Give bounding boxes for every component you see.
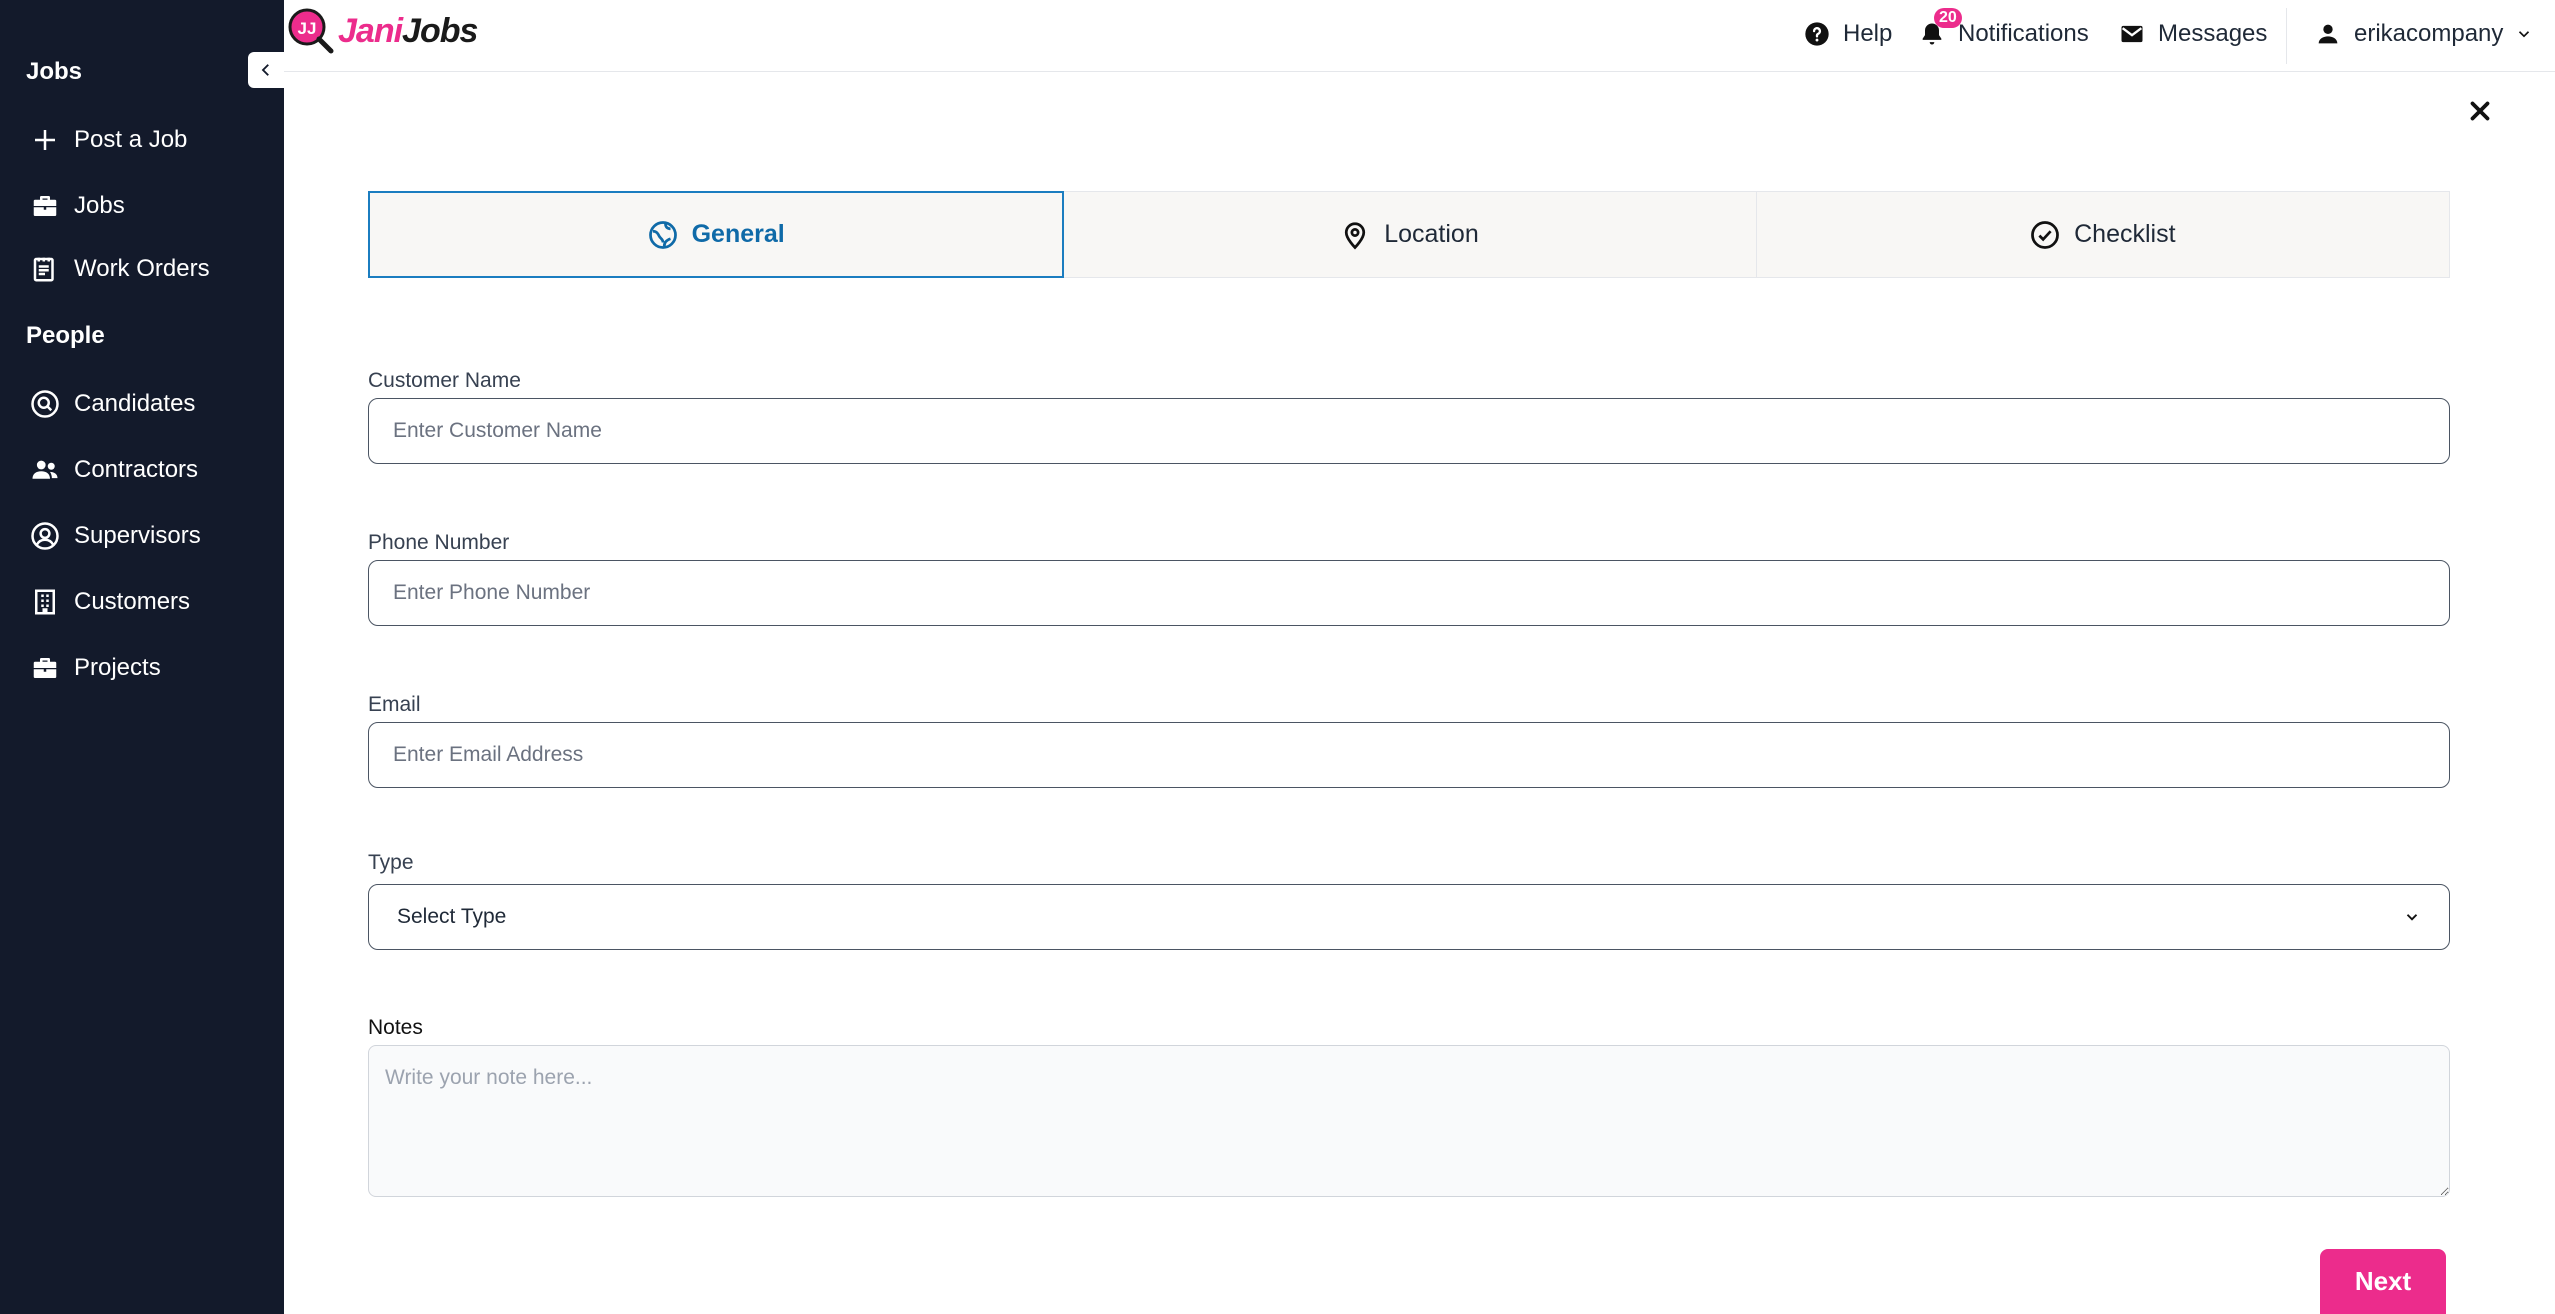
chevron-left-icon [261,64,269,76]
sidebar-item-contractors[interactable]: Contractors [30,446,198,494]
notifications-icon-wrap: 20 [1918,8,1962,48]
type-select-value: Select Type [397,905,507,928]
help-link[interactable]: Help [1803,14,1892,54]
plus-icon [35,130,55,150]
sidebar-item-jobs[interactable]: Jobs [30,182,125,230]
notifications-label: Notifications [1958,20,2089,47]
top-divider [2286,8,2287,64]
sidebar-item-label: Post a Job [74,126,188,153]
close-icon [2470,101,2490,121]
customer-name-input[interactable] [368,398,2450,464]
user-name: erikacompany [2354,20,2504,47]
close-button[interactable] [2465,96,2495,126]
tab-label: Checklist [2074,220,2176,248]
tab-label: General [691,220,785,248]
sidebar-item-label: Customers [74,588,191,615]
mail-icon [2121,25,2143,43]
logo-wordmark: JaniJobs [338,11,478,51]
tab-label: Location [1384,220,1479,248]
notes-textarea[interactable] [368,1045,2450,1197]
search-circle-icon [31,390,59,418]
logo-letters: JJ [298,19,317,38]
building-icon [35,589,55,615]
sidebar-collapse-button[interactable] [248,52,284,88]
sidebar-item-customers[interactable]: Customers [30,578,190,626]
logo-mark-icon: JJ [286,6,336,56]
top-bar: JJ JaniJobs Help 20 Notifications Messag… [284,0,2555,72]
email-label: Email [368,693,421,716]
briefcase-icon [33,658,57,678]
users-icon [32,460,58,479]
tab-general[interactable]: General [368,191,1065,278]
sidebar-item-candidates[interactable]: Candidates [30,380,195,428]
check-circle-icon [2031,220,2059,249]
sidebar-item-projects[interactable]: Projects [30,644,161,692]
user-circle-icon [31,522,59,550]
messages-label: Messages [2158,20,2268,47]
logo[interactable]: JJ JaniJobs [286,6,478,56]
type-label: Type [368,851,414,874]
sidebar-item-label: Work Orders [74,255,210,282]
notification-count-badge: 20 [1934,8,1962,28]
sidebar: Jobs Post a Job Jobs Work Orders People … [0,0,284,1314]
messages-link[interactable]: Messages [2118,14,2267,54]
sidebar-item-label: Projects [74,654,161,681]
sidebar-item-work-orders[interactable]: Work Orders [30,245,210,293]
map-pin-icon [1345,221,1366,249]
phone-number-label: Phone Number [368,531,510,554]
tab-checklist[interactable]: Checklist [1757,192,2449,277]
logo-text-jani: Jani [338,11,403,50]
notes-label: Notes [368,1016,423,1039]
chevron-down-icon [2406,914,2418,921]
help-circle-icon [1805,22,1829,46]
sidebar-item-label: Jobs [74,192,125,219]
sidebar-item-label: Candidates [74,390,196,417]
sidebar-item-label: Supervisors [74,522,201,549]
clipboard-icon [33,257,54,282]
customer-name-label: Customer Name [368,369,521,392]
sidebar-heading-jobs: Jobs [26,58,83,85]
sidebar-item-supervisors[interactable]: Supervisors [30,512,201,560]
chevron-down-icon [2519,31,2530,38]
tab-location[interactable]: Location [1063,192,1757,277]
phone-number-input[interactable] [368,560,2450,626]
globe-icon [648,220,677,249]
sidebar-heading-people: People [26,322,105,349]
user-icon [2318,24,2338,44]
sidebar-item-post-a-job[interactable]: Post a Job [30,116,187,164]
help-label: Help [1843,20,1893,47]
user-menu[interactable]: erikacompany [2314,14,2533,54]
logo-text-jobs: Jobs [402,11,478,50]
notifications-link[interactable]: 20 Notifications [1918,8,2089,54]
type-select[interactable]: Select Type [368,884,2450,950]
sidebar-item-label: Contractors [74,456,199,483]
next-button[interactable]: Next [2320,1249,2446,1314]
briefcase-icon [33,196,57,216]
email-input[interactable] [368,722,2450,788]
form-tabs: General Location Checklist [368,191,2450,278]
